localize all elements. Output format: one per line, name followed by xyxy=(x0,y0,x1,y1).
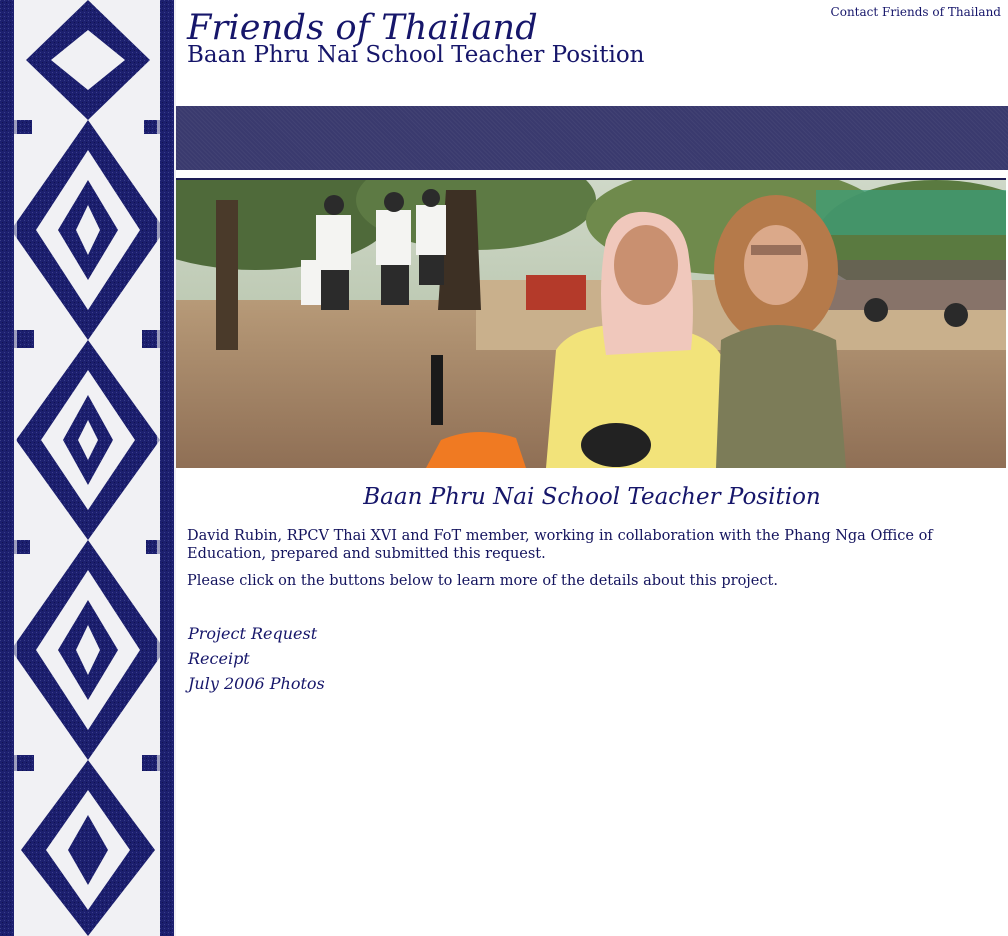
ikat-weave-decoration xyxy=(0,0,176,936)
contact-link[interactable]: Contact Friends of Thailand xyxy=(831,5,1001,19)
page-subtitle: Baan Phru Nai School Teacher Position xyxy=(187,42,645,68)
receipt-link[interactable]: Receipt xyxy=(188,649,250,668)
ikat-pattern-graphic xyxy=(0,0,174,936)
project-request-link[interactable]: Project Request xyxy=(188,624,317,643)
page: Friends of Thailand Baan Phru Nai School… xyxy=(0,0,1008,936)
school-photo xyxy=(176,178,1006,468)
july-2006-photos-link[interactable]: July 2006 Photos xyxy=(188,674,325,693)
instruction-paragraph: Please click on the buttons below to lea… xyxy=(187,573,778,589)
photo-graphic xyxy=(176,180,1006,468)
content-heading: Baan Phru Nai School Teacher Position xyxy=(363,484,821,510)
header-banner xyxy=(176,106,1008,170)
intro-paragraph: David Rubin, RPCV Thai XVI and FoT membe… xyxy=(187,528,933,562)
